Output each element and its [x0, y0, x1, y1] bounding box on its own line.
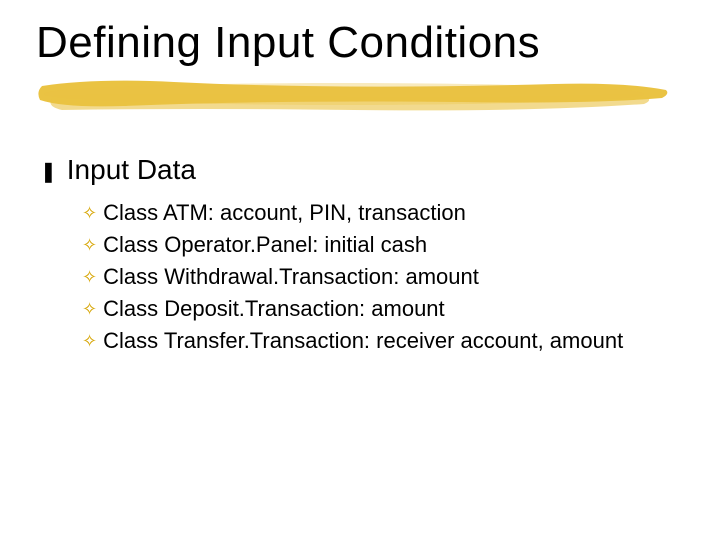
bullet-level2-icon: ✧: [82, 231, 97, 259]
slide: Defining Input Conditions ❚ Input Data ✧…: [0, 0, 720, 540]
list-item-text: Class Deposit.Transaction: amount: [103, 295, 445, 323]
section-heading: Input Data: [67, 155, 196, 185]
list-item: ✧ Class Withdrawal.Transaction: amount: [82, 263, 660, 291]
list-item-text: Class ATM: account, PIN, transaction: [103, 199, 466, 227]
list-item: ✧ Class Operator.Panel: initial cash: [82, 231, 660, 259]
list-item-text: Class Transfer.Transaction: receiver acc…: [103, 327, 623, 355]
section-heading-row: ❚ Input Data: [40, 155, 660, 185]
title-underline-brush: [34, 72, 674, 116]
slide-title: Defining Input Conditions: [36, 18, 540, 68]
bullet-level2-icon: ✧: [82, 295, 97, 323]
list-item-text: Class Withdrawal.Transaction: amount: [103, 263, 479, 291]
list-item: ✧ Class Transfer.Transaction: receiver a…: [82, 327, 660, 355]
bullet-level1-icon: ❚: [40, 155, 57, 185]
list-item-text: Class Operator.Panel: initial cash: [103, 231, 427, 259]
list-item: ✧ Class ATM: account, PIN, transaction: [82, 199, 660, 227]
item-list: ✧ Class ATM: account, PIN, transaction ✧…: [82, 199, 660, 355]
content-section: ❚ Input Data ✧ Class ATM: account, PIN, …: [40, 155, 660, 359]
bullet-level2-icon: ✧: [82, 199, 97, 227]
list-item: ✧ Class Deposit.Transaction: amount: [82, 295, 660, 323]
bullet-level2-icon: ✧: [82, 263, 97, 291]
bullet-level2-icon: ✧: [82, 327, 97, 355]
